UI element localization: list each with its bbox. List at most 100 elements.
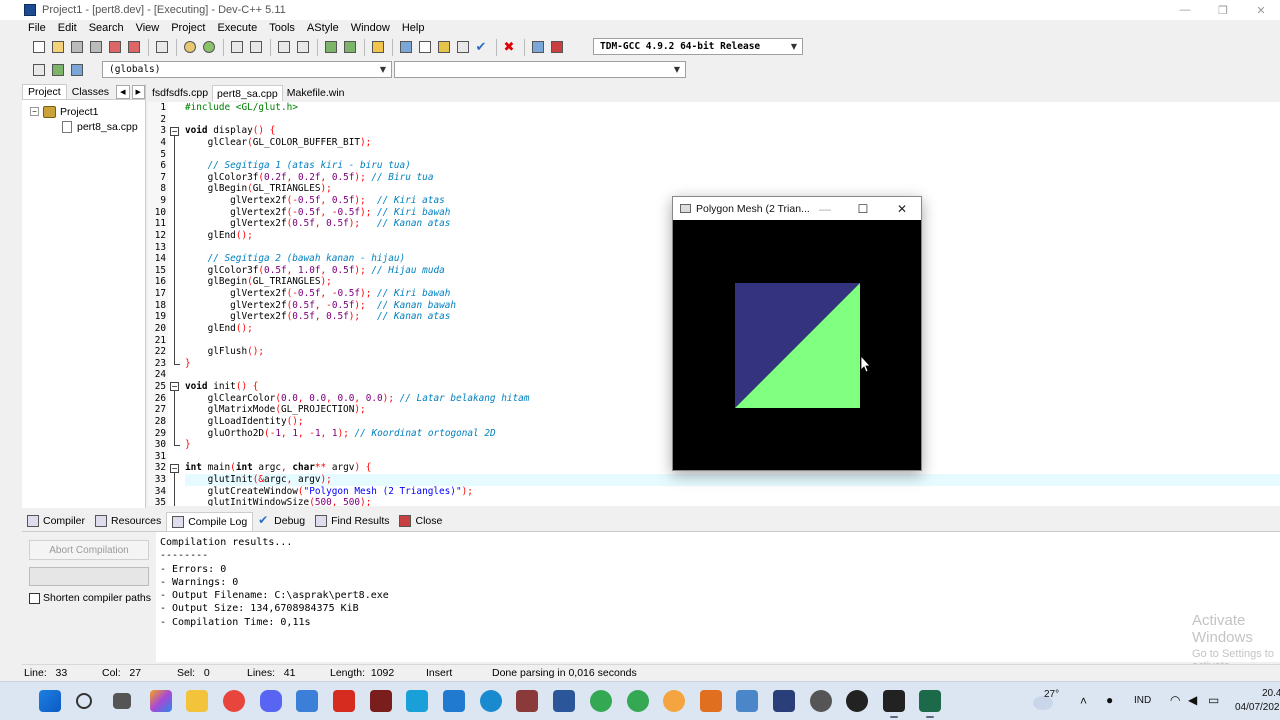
tab-compile-log[interactable]: Compile Log xyxy=(166,511,254,531)
menu-astyle[interactable]: AStyle xyxy=(301,22,345,34)
code-line[interactable]: // Segitiga 1 (atas kiri - biru tua) xyxy=(185,160,1280,172)
tab-prev-button[interactable]: ◀ xyxy=(116,85,130,99)
unindent-button[interactable] xyxy=(341,39,358,56)
chrome-profile2-icon[interactable] xyxy=(627,690,649,712)
code-line[interactable]: glClear(GL_COLOR_BUFFER_BIT); xyxy=(185,137,1280,149)
search-icon[interactable] xyxy=(76,693,92,709)
bluetooth-app-icon[interactable] xyxy=(406,690,428,712)
volume-icon[interactable]: ◀ xyxy=(1188,693,1197,707)
run-button[interactable] xyxy=(416,39,433,56)
app-icon-red[interactable] xyxy=(370,690,392,712)
close-file-button[interactable] xyxy=(106,39,123,56)
tab-find-results[interactable]: Find Results xyxy=(310,512,394,531)
replace-button[interactable] xyxy=(247,39,264,56)
shorten-paths-option[interactable]: Shorten compiler paths xyxy=(29,592,151,604)
compile-run-button[interactable] xyxy=(435,39,452,56)
gl-close-button[interactable]: ✕ xyxy=(883,197,921,220)
language-indicator[interactable]: IND xyxy=(1134,695,1151,706)
insert-button[interactable] xyxy=(30,62,47,79)
code-line[interactable]: glutInitWindowSize(500, 500); xyxy=(185,497,1280,506)
app-icon-circle[interactable] xyxy=(663,690,685,712)
indent-button[interactable] xyxy=(322,39,339,56)
find-button[interactable] xyxy=(228,39,245,56)
tab-fsdfsdfs[interactable]: fsdfsdfs.cpp xyxy=(148,85,212,101)
gl-window-titlebar[interactable]: Polygon Mesh (2 Trian... — ☐ ✕ xyxy=(673,197,921,220)
gl-maximize-button[interactable]: ☐ xyxy=(844,197,882,220)
menu-project[interactable]: Project xyxy=(165,22,211,34)
print-button[interactable] xyxy=(153,39,170,56)
app-icon-gray[interactable] xyxy=(516,690,538,712)
store-icon[interactable] xyxy=(296,690,318,712)
menu-view[interactable]: View xyxy=(130,22,166,34)
scope-select[interactable]: (globals) ▼ xyxy=(102,61,392,78)
new-file-button[interactable] xyxy=(30,39,47,56)
profile-button[interactable] xyxy=(529,39,546,56)
code-line[interactable]: glBegin(GL_TRIANGLES); xyxy=(185,183,1280,195)
edge-icon[interactable] xyxy=(480,690,502,712)
abort-compilation-button[interactable]: Abort Compilation xyxy=(29,540,149,560)
goto-declaration-button[interactable] xyxy=(49,62,66,79)
acrobat-icon[interactable] xyxy=(333,690,355,712)
menu-tools[interactable]: Tools xyxy=(263,22,301,34)
maximize-button[interactable]: ❐ xyxy=(1204,0,1242,20)
tab-classes[interactable]: Classes xyxy=(67,84,114,99)
vscode-icon[interactable] xyxy=(443,690,465,712)
code-line[interactable]: glutInit(&argc, argv); xyxy=(185,474,1280,486)
start-icon[interactable] xyxy=(39,690,61,712)
bookmark-button[interactable] xyxy=(294,39,311,56)
stop-execution-button[interactable]: ✖ xyxy=(501,39,518,56)
minimize-button[interactable]: — xyxy=(1166,0,1204,20)
collapse-icon[interactable]: − xyxy=(30,107,39,116)
microphone-icon[interactable]: ● xyxy=(1106,693,1113,707)
close-all-button[interactable] xyxy=(125,39,142,56)
code-line[interactable] xyxy=(185,114,1280,126)
chevron-up-icon[interactable]: ˄ xyxy=(1080,694,1087,708)
devcpp-taskbar-icon[interactable] xyxy=(773,690,795,712)
tab-pert8-sa[interactable]: pert8_sa.cpp xyxy=(212,85,283,101)
tab-debug[interactable]: ✔ Debug xyxy=(253,512,310,531)
gl-minimize-button[interactable]: — xyxy=(806,197,844,220)
save-button[interactable] xyxy=(68,39,85,56)
chrome-icon[interactable] xyxy=(223,690,245,712)
tab-resources[interactable]: Resources xyxy=(90,512,166,531)
redo-button[interactable] xyxy=(200,39,217,56)
tree-item-file[interactable]: pert8_sa.cpp xyxy=(62,119,138,134)
wifi-icon[interactable]: ◠ xyxy=(1170,693,1180,707)
compile-log-text[interactable]: Compilation results... -------- - Errors… xyxy=(156,532,1280,684)
menu-window[interactable]: Window xyxy=(345,22,396,34)
discord-icon[interactable] xyxy=(260,690,282,712)
tab-compiler[interactable]: Compiler xyxy=(22,512,90,531)
word-icon[interactable] xyxy=(553,690,575,712)
open-button[interactable] xyxy=(49,39,66,56)
shorten-paths-checkbox[interactable] xyxy=(29,592,40,604)
media-player-icon[interactable] xyxy=(846,690,868,712)
tab-makefile[interactable]: Makefile.win xyxy=(283,85,349,101)
menu-file[interactable]: File xyxy=(22,22,52,34)
toggle-comment-button[interactable] xyxy=(369,39,386,56)
tab-project[interactable]: Project xyxy=(22,84,67,99)
tab-close[interactable]: Close xyxy=(394,512,447,531)
copilot-icon[interactable] xyxy=(150,690,172,712)
tree-item-project[interactable]: − Project1 xyxy=(30,104,99,119)
debug-button[interactable] xyxy=(548,39,565,56)
undo-button[interactable] xyxy=(181,39,198,56)
chrome-profile-icon[interactable] xyxy=(590,690,612,712)
save-all-button[interactable] xyxy=(87,39,104,56)
file-explorer-icon[interactable] xyxy=(186,690,208,712)
close-button[interactable]: ✕ xyxy=(1242,0,1280,20)
rebuild-all-button[interactable] xyxy=(454,39,471,56)
notes-icon[interactable] xyxy=(736,690,758,712)
gl-app-taskbar-icon[interactable] xyxy=(919,690,941,718)
fold-toggle-icon[interactable]: − xyxy=(170,382,179,392)
clock-time[interactable]: 20.4 xyxy=(1262,688,1280,699)
compile-button[interactable] xyxy=(397,39,414,56)
member-select[interactable]: ▼ xyxy=(394,61,686,78)
compiler-select[interactable]: TDM-GCC 4.9.2 64-bit Release ▼ xyxy=(593,38,803,55)
fold-toggle-icon[interactable]: − xyxy=(170,126,179,136)
code-line[interactable] xyxy=(185,149,1280,161)
menu-search[interactable]: Search xyxy=(83,22,130,34)
battery-icon[interactable]: ▭ xyxy=(1208,693,1219,707)
clock-date[interactable]: 04/07/202 xyxy=(1235,702,1280,713)
code-line[interactable]: #include <GL/glut.h> xyxy=(185,102,1280,114)
chatgpt-icon[interactable] xyxy=(810,690,832,712)
